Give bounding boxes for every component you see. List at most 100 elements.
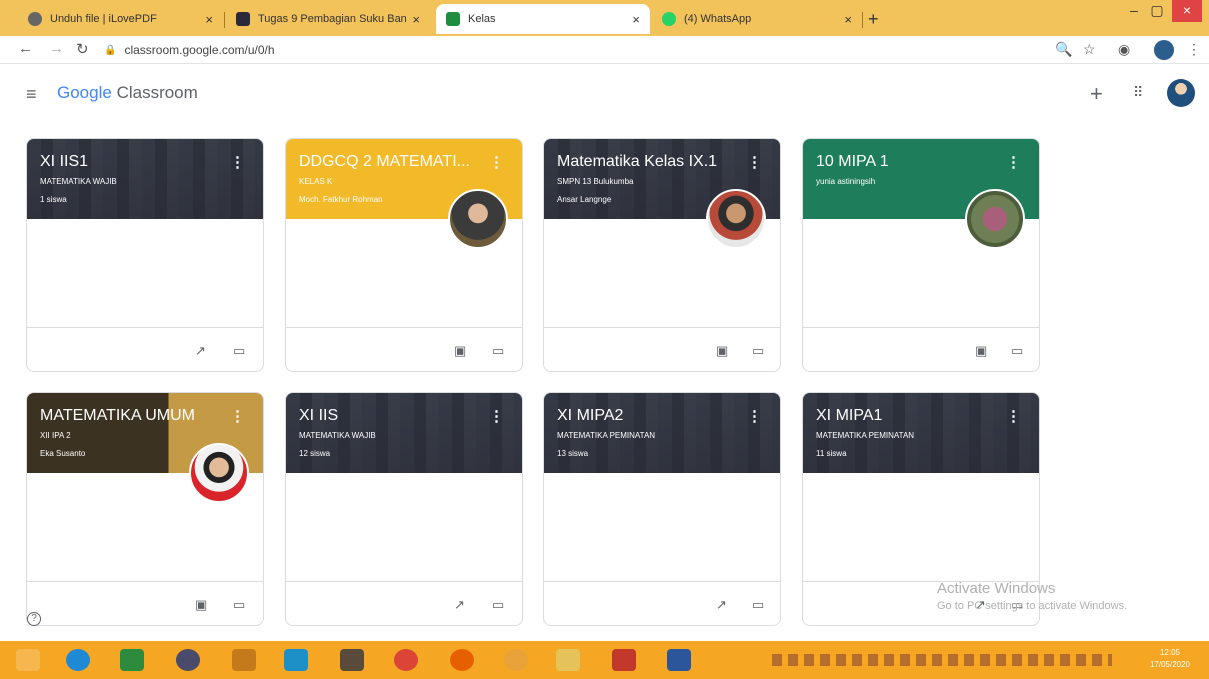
card-options-icon[interactable]: ⋮ — [747, 153, 762, 171]
class-title[interactable]: MATEMATIKA UMUM — [40, 407, 230, 425]
folder-icon[interactable]: ▭ — [492, 343, 504, 359]
card-options-icon[interactable]: ⋮ — [1006, 153, 1021, 171]
class-card-matematika-umum[interactable]: MATEMATIKA UMUM XII IPA 2 Eka Susanto ⋮ … — [26, 392, 264, 626]
firefox-icon[interactable] — [450, 649, 474, 671]
word-icon[interactable] — [667, 649, 691, 671]
file-explorer-icon[interactable] — [556, 649, 580, 671]
windows-start-icon[interactable] — [16, 649, 40, 671]
class-teacher-name: yunia astiningsih — [816, 177, 876, 186]
class-teacher-name: Eka Susanto — [40, 449, 86, 458]
class-card-ddgcq[interactable]: DDGCQ 2 MATEMATI... KELAS K Moch. Fatkhu… — [285, 138, 523, 372]
class-title[interactable]: XI IIS1 — [40, 153, 230, 171]
tab-close-icon[interactable]: × — [205, 12, 213, 27]
class-card-xi-iis1[interactable]: XI IIS1 MATEMATIKA WAJIB 1 siswa ⋮ ↗ ▭ — [26, 138, 264, 372]
classroom-wordmark: Classroom — [116, 83, 198, 102]
class-section: MATEMATIKA WAJIB — [299, 431, 376, 440]
assignment-icon[interactable]: ▣ — [195, 597, 207, 613]
class-section: MATEMATIKA PEMINATAN — [557, 431, 656, 440]
maximize-button[interactable]: ▢ — [1141, 0, 1173, 22]
card-options-icon[interactable]: ⋮ — [230, 407, 245, 425]
create-or-join-class-button[interactable]: + — [1090, 81, 1103, 107]
card-footer: ▣ ▭ — [27, 581, 263, 625]
calendar-icon[interactable] — [340, 649, 364, 671]
folder-icon[interactable]: ▭ — [752, 343, 764, 359]
internet-explorer-icon[interactable] — [66, 649, 90, 671]
browser-menu-icon[interactable]: ⋮ — [1187, 41, 1201, 58]
assignment-icon[interactable]: ▣ — [975, 343, 987, 359]
card-options-icon[interactable]: ⋮ — [230, 153, 245, 171]
class-title[interactable]: XI MIPA1 — [816, 407, 1006, 425]
windows-taskbar: 12:05 17/05/2020 — [0, 641, 1209, 679]
class-card-10-mipa1[interactable]: 10 MIPA 1 yunia astiningsih ⋮ ▣ ▭ — [802, 138, 1040, 372]
class-title[interactable]: XI MIPA2 — [557, 407, 747, 425]
google-wordmark: Google — [57, 83, 112, 102]
extension-icon[interactable]: ◉ — [1118, 41, 1130, 58]
activate-windows-title: Activate Windows — [937, 580, 1056, 597]
tab-kelas[interactable]: Kelas × — [436, 4, 650, 34]
class-title[interactable]: Matematika Kelas IX.1 — [557, 153, 747, 171]
class-card-xi-iis[interactable]: XI IIS MATEMATIKA WAJIB 12 siswa ⋮ ↗ ▭ — [285, 392, 523, 626]
card-options-icon[interactable]: ⋮ — [489, 153, 504, 171]
google-apps-icon[interactable]: ⠿ — [1133, 84, 1143, 101]
card-footer: ↗ ▭ — [27, 327, 263, 371]
tab-close-icon[interactable]: × — [412, 12, 420, 27]
ilovepdf-favicon-icon — [28, 12, 42, 26]
teacher-avatar — [706, 189, 766, 249]
assignment-icon[interactable]: ▣ — [454, 343, 466, 359]
folder-icon[interactable]: ▭ — [233, 343, 245, 359]
class-title[interactable]: DDGCQ 2 MATEMATI... — [299, 153, 489, 171]
tab-close-icon[interactable]: × — [632, 12, 640, 27]
reload-icon[interactable]: ↻ — [76, 40, 89, 58]
class-section: MATEMATIKA PEMINATAN — [816, 431, 915, 440]
browser-profile-avatar[interactable] — [1154, 40, 1174, 60]
account-avatar[interactable] — [1167, 79, 1195, 107]
app-icon[interactable] — [504, 649, 528, 671]
bookmark-star-icon[interactable]: ☆ — [1083, 41, 1096, 58]
card-options-icon[interactable]: ⋮ — [747, 407, 762, 425]
assignment-icon[interactable]: ▣ — [716, 343, 728, 359]
tab-ilovepdf[interactable]: Unduh file | iLovePDF × — [18, 4, 223, 34]
address-bar[interactable]: 🔒 classroom.google.com/u/0/h — [104, 39, 1104, 61]
trending-icon[interactable]: ↗ — [716, 597, 727, 613]
class-card-xi-mipa2[interactable]: XI MIPA2 MATEMATIKA PEMINATAN 13 siswa ⋮… — [543, 392, 781, 626]
trending-icon[interactable]: ↗ — [454, 597, 465, 613]
app-icon[interactable] — [612, 649, 636, 671]
tab-whatsapp[interactable]: (4) WhatsApp × — [652, 4, 862, 34]
media-player-icon[interactable] — [284, 649, 308, 671]
app-icon[interactable] — [176, 649, 200, 671]
teacher-avatar — [448, 189, 508, 249]
trending-icon[interactable]: ↗ — [195, 343, 206, 359]
class-teacher-name: Ansar Langnge — [557, 195, 612, 204]
card-options-icon[interactable]: ⋮ — [489, 407, 504, 425]
folder-icon[interactable]: ▭ — [752, 597, 764, 613]
chrome-icon[interactable] — [394, 649, 418, 671]
back-arrow-icon[interactable]: ← — [18, 40, 33, 57]
card-footer: ▣ ▭ — [803, 327, 1039, 371]
new-tab-button[interactable]: + — [868, 9, 879, 30]
card-footer: ▣ ▭ — [544, 327, 780, 371]
zoom-icon[interactable]: 🔍 — [1055, 41, 1072, 58]
classroom-logo[interactable]: Google Classroom — [57, 83, 198, 103]
class-card-matematika-ix1[interactable]: Matematika Kelas IX.1 SMPN 13 Bulukumba … — [543, 138, 781, 372]
taskbar-clock[interactable]: 12:05 17/05/2020 — [1140, 647, 1200, 671]
forward-arrow-icon[interactable]: → — [49, 40, 64, 57]
folder-icon[interactable]: ▭ — [492, 597, 504, 613]
classroom-favicon-icon — [446, 12, 460, 26]
card-options-icon[interactable]: ⋮ — [1006, 407, 1021, 425]
class-section: MATEMATIKA WAJIB — [40, 177, 117, 186]
close-window-button[interactable]: × — [1172, 0, 1202, 22]
folder-icon[interactable]: ▭ — [233, 597, 245, 613]
tab-tugas[interactable]: Tugas 9 Pembagian Suku Banyak × — [226, 4, 430, 34]
system-tray-icons[interactable] — [772, 654, 1112, 666]
class-title[interactable]: XI IIS — [299, 407, 489, 425]
tab-title: Kelas — [468, 13, 496, 25]
class-section: SMPN 13 Bulukumba — [557, 177, 634, 186]
tab-title: (4) WhatsApp — [684, 13, 752, 25]
tab-close-icon[interactable]: × — [844, 12, 852, 27]
store-icon[interactable] — [120, 649, 144, 671]
folder-icon[interactable]: ▭ — [1011, 343, 1023, 359]
main-menu-icon[interactable]: ≡ — [26, 84, 37, 105]
app-icon[interactable] — [232, 649, 256, 671]
class-title[interactable]: 10 MIPA 1 — [816, 153, 1006, 171]
help-icon[interactable]: ? — [27, 612, 41, 626]
